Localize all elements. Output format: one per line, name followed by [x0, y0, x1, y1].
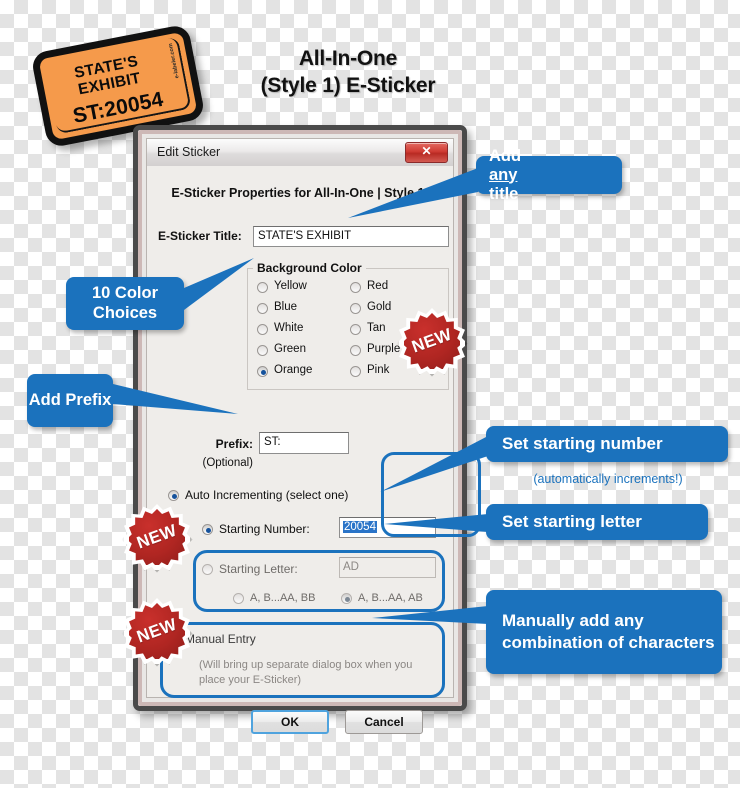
- callout-add-prefix: Add Prefix: [27, 374, 113, 427]
- radio-orange[interactable]: Orange: [257, 362, 339, 383]
- sticker-title-value: STATE'S EXHIBIT: [258, 230, 352, 242]
- page-title-line1: All-In-One: [298, 47, 398, 70]
- sticker-title-input[interactable]: STATE'S EXHIBIT: [253, 226, 449, 247]
- callout-starting-letter-text: Set starting letter: [502, 512, 642, 531]
- dialog-body: E-Sticker Properties for All-In-One | St…: [147, 166, 481, 734]
- color-options-left: Yellow Blue White Green Orange: [257, 278, 339, 383]
- radio-dot-icon: [350, 303, 361, 314]
- radio-red[interactable]: Red: [350, 278, 432, 299]
- radio-dot-icon: [350, 324, 361, 335]
- dialog-title: Edit Sticker: [157, 145, 221, 159]
- callout-color-choices: 10 Color Choices: [66, 277, 184, 330]
- background-color-legend: Background Color: [253, 261, 366, 275]
- ok-button[interactable]: OK: [251, 710, 329, 734]
- highlight-ring-manual-entry: [160, 622, 445, 698]
- callout-add-title-text: Add any title: [489, 146, 522, 203]
- title-field-row: E-Sticker Title: STATE'S EXHIBIT: [147, 226, 453, 248]
- radio-auto-incrementing[interactable]: Auto Incrementing (select one): [168, 486, 408, 506]
- callout-starting-number: Set starting number: [486, 426, 728, 462]
- radio-dot-icon: [350, 366, 361, 377]
- properties-heading: E-Sticker Properties for All-In-One | St…: [171, 186, 429, 200]
- callout-add-title: Add any title: [476, 147, 622, 203]
- page-title-line2: (Style 1) E-Sticker: [260, 73, 436, 97]
- prefix-input[interactable]: ST:: [259, 432, 349, 454]
- cancel-button[interactable]: Cancel: [345, 710, 423, 734]
- radio-dot-icon: [257, 303, 268, 314]
- highlight-ring-colors: [381, 452, 481, 537]
- radio-dot-icon: [257, 345, 268, 356]
- radio-white[interactable]: White: [257, 320, 339, 341]
- close-icon: ✕: [421, 144, 432, 158]
- new-badge-manual-entry: NEW: [124, 598, 190, 664]
- radio-dot-icon: [168, 490, 179, 501]
- callout-starting-letter: Set starting letter: [486, 504, 708, 540]
- radio-dot-icon: [202, 524, 213, 535]
- prefix-optional-label: (Optional): [202, 457, 254, 469]
- prefix-value: ST:: [264, 436, 281, 448]
- close-button[interactable]: ✕: [405, 142, 448, 163]
- starting-number-value: 20054: [343, 521, 377, 533]
- radio-green[interactable]: Green: [257, 341, 339, 362]
- title-field-label: E-Sticker Title:: [158, 229, 242, 243]
- radio-blue[interactable]: Blue: [257, 299, 339, 320]
- highlight-ring-starting-letter: [193, 550, 445, 612]
- callout-color-choices-text: 10 Color Choices: [91, 284, 159, 322]
- radio-dot-icon: [350, 282, 361, 293]
- callout-manual-entry: Manually add any combination of characte…: [486, 590, 722, 674]
- dialog-inner: Edit Sticker ✕ E-Sticker Properties for …: [146, 138, 481, 734]
- new-badge-colors: NEW: [399, 308, 465, 374]
- callout-starting-number-text: Set starting number: [502, 434, 663, 453]
- radio-dot-icon: [257, 366, 268, 377]
- callout-auto-increment-note: (automatically increments!): [533, 472, 683, 486]
- radio-starting-number[interactable]: Starting Number:: [202, 520, 362, 540]
- callout-manual-entry-text: Manually add any combination of characte…: [502, 610, 715, 652]
- callout-add-prefix-text: Add Prefix: [28, 390, 112, 409]
- radio-dot-icon: [257, 282, 268, 293]
- radio-dot-icon: [350, 345, 361, 356]
- page-title: All-In-One (Style 1) E-Sticker: [232, 46, 464, 100]
- dialog-titlebar: Edit Sticker ✕: [147, 139, 453, 167]
- new-badge-starting-letter: NEW: [124, 504, 190, 570]
- radio-yellow[interactable]: Yellow: [257, 278, 339, 299]
- prefix-label: Prefix:: [215, 437, 253, 451]
- radio-dot-icon: [257, 324, 268, 335]
